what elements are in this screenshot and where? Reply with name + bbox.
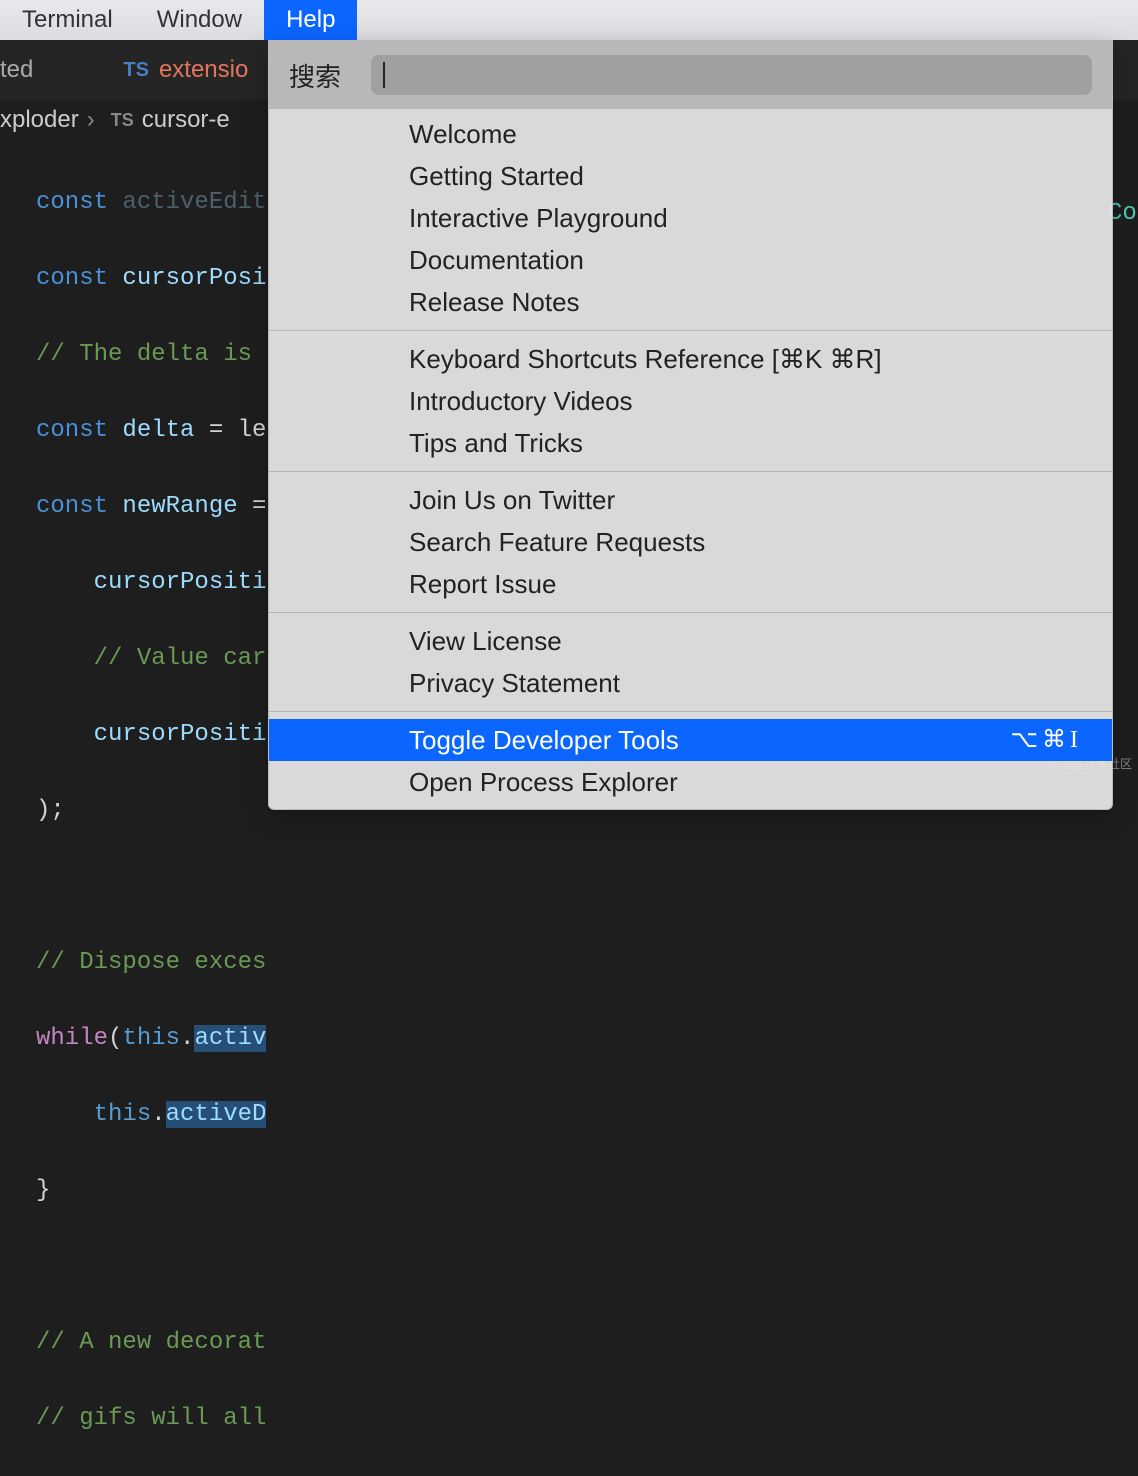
menu-item-label: Toggle Developer Tools [409, 721, 679, 759]
menu-item-label: Privacy Statement [409, 664, 620, 702]
breadcrumb-folder: xploder [0, 106, 79, 134]
menu-item-label: Search Feature Requests [409, 523, 705, 561]
menu-item[interactable]: Getting Started [269, 155, 1112, 197]
menu-item[interactable]: Keyboard Shortcuts Reference [⌘K ⌘R] [269, 338, 1112, 380]
menu-item[interactable]: Join Us on Twitter [269, 479, 1112, 521]
menu-help[interactable]: Help [264, 0, 357, 40]
menu-item[interactable]: Privacy Statement [269, 662, 1112, 704]
menu-item-label: Report Issue [409, 565, 556, 603]
menu-item[interactable]: Toggle Developer Tools ⌥⌘I [269, 719, 1112, 761]
search-input[interactable] [371, 55, 1092, 95]
menu-item-shortcut: ⌥⌘I [1010, 721, 1082, 759]
menu-item-label: Release Notes [409, 283, 580, 321]
tab-1-label: ted [0, 56, 33, 84]
menu-item-label: Welcome [409, 115, 517, 153]
menu-item[interactable]: View License [269, 620, 1112, 662]
menu-item-label: View License [409, 622, 562, 660]
ts-icon: TS [123, 59, 149, 82]
chevron-right-icon: › [87, 106, 95, 134]
menu-window[interactable]: Window [135, 0, 264, 40]
menu-item-label: Open Process Explorer [409, 763, 678, 801]
menubar: Terminal Window Help [0, 0, 1138, 40]
menu-item[interactable]: Introductory Videos [269, 380, 1112, 422]
menu-item-label: Keyboard Shortcuts Reference [⌘K ⌘R] [409, 340, 882, 378]
menu-item[interactable]: Search Feature Requests [269, 521, 1112, 563]
menu-item[interactable]: Documentation [269, 239, 1112, 281]
text-cursor [383, 62, 385, 88]
tab-2[interactable]: TS extensio [123, 56, 248, 84]
menu-item-label: Getting Started [409, 157, 584, 195]
menu-item[interactable]: Interactive Playground [269, 197, 1112, 239]
tab-1[interactable]: ted [0, 40, 53, 100]
menu-search-row: 搜索 [269, 41, 1112, 109]
ts-icon: TS [111, 110, 134, 131]
menu-item-label: Documentation [409, 241, 584, 279]
menu-item[interactable]: Open Process Explorer [269, 761, 1112, 803]
search-label: 搜索 [289, 57, 341, 94]
menu-item-label: Interactive Playground [409, 199, 668, 237]
menu-item[interactable]: Welcome [269, 113, 1112, 155]
menu-item-label: Introductory Videos [409, 382, 633, 420]
menu-item-label: Tips and Tricks [409, 424, 583, 462]
menu-terminal[interactable]: Terminal [0, 0, 135, 40]
menu-item[interactable]: Release Notes [269, 281, 1112, 323]
help-menu: 搜索 Welcome Getting Started Interactive Pla… [268, 40, 1113, 810]
breadcrumb-file: cursor-e [142, 106, 230, 134]
menu-item[interactable]: Tips and Tricks [269, 422, 1112, 464]
menu-item[interactable]: Report Issue [269, 563, 1112, 605]
menu-item-label: Join Us on Twitter [409, 481, 615, 519]
tab-2-label: extensio [159, 56, 248, 84]
